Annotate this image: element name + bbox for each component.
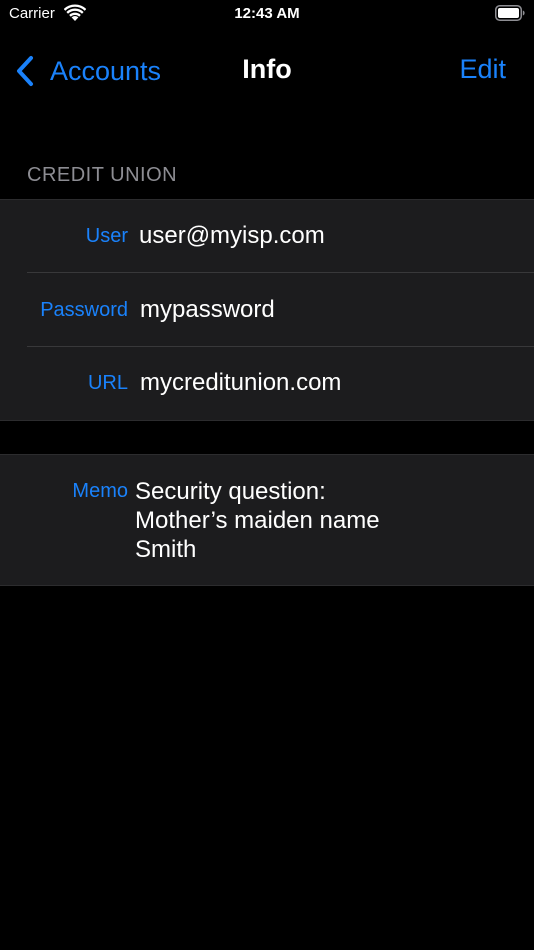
screen: Carrier 12:43 AM Accounts Info Edit CRED… [0,0,534,950]
memo-line: Mother’s maiden name [135,507,380,534]
memo-label: Memo [72,480,128,502]
row-divider [27,272,534,273]
memo-value: Security question: Mother’s maiden name … [135,477,380,564]
section-header: CREDIT UNION [27,164,178,186]
url-value: mycreditunion.com [140,369,342,396]
memo-line: Security question: [135,478,326,505]
page-title: Info [242,54,292,84]
user-value: user@myisp.com [139,222,325,249]
navigation-bar: Accounts Info Edit [0,44,534,100]
memo-line: Smith [135,536,197,563]
url-label: URL [87,372,128,394]
row-divider [27,346,534,347]
password-value: mypassword [140,296,275,323]
password-row[interactable]: Password mypassword [0,274,534,347]
password-label: Password [40,299,128,321]
status-time: 12:43 AM [234,5,300,22]
credentials-group: User user@myisp.com Password mypassword … [0,199,534,421]
status-bar: Carrier 12:43 AM [0,0,534,30]
url-row[interactable]: URL mycreditunion.com [0,348,534,421]
memo-group: Memo Security question: Mother’s maiden … [0,454,534,586]
edit-button[interactable]: Edit [459,54,506,85]
memo-row[interactable]: Memo Security question: Mother’s maiden … [0,455,534,585]
user-row[interactable]: User user@myisp.com [0,200,534,273]
user-label: User [85,225,128,247]
battery-icon [495,5,525,21]
